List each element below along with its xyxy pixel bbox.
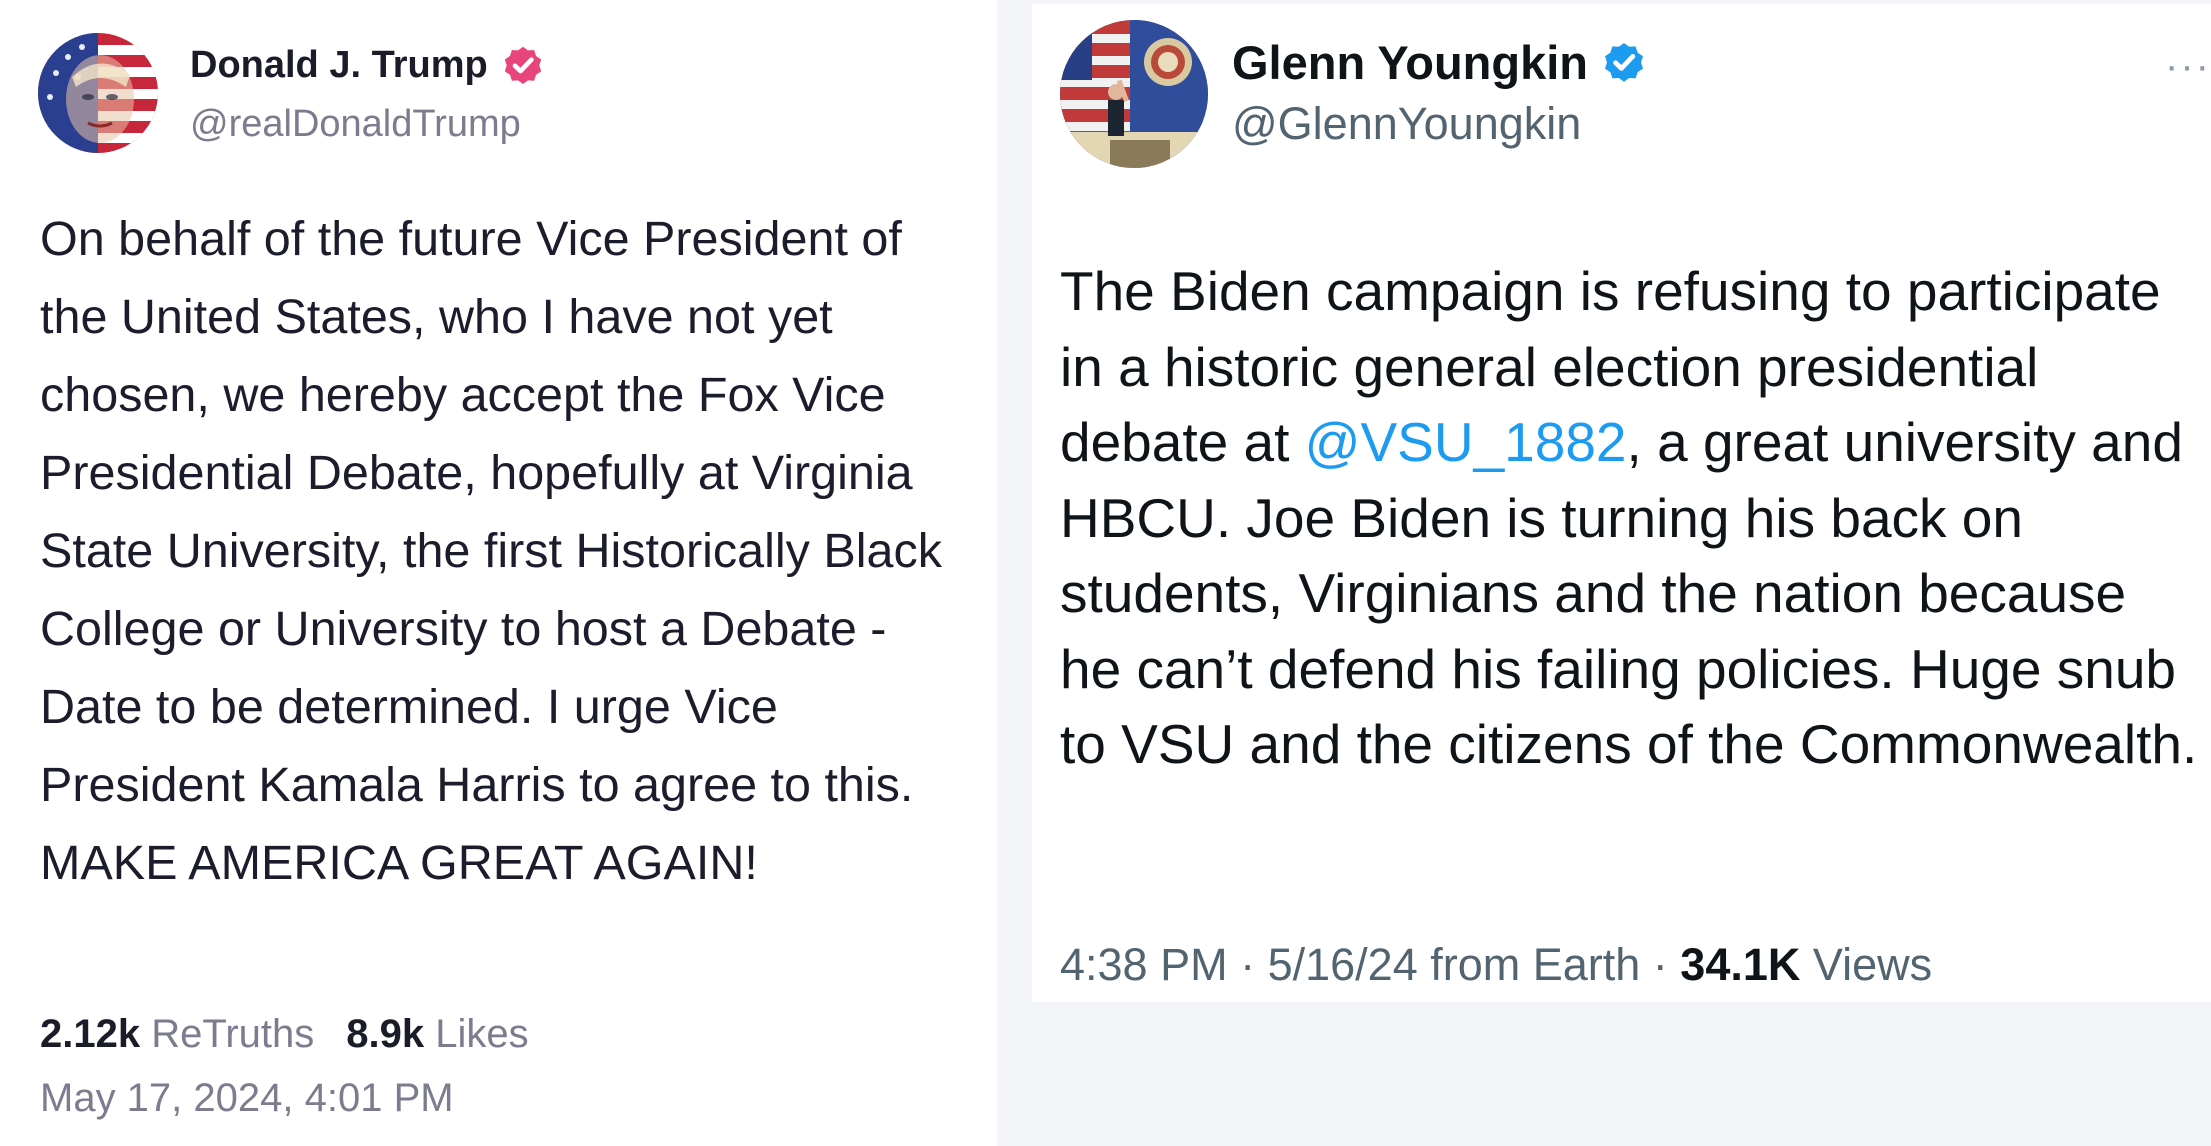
truth-social-post-card: Donald J. Trump @realDonaldTrump On beha… bbox=[0, 0, 997, 1146]
author-name-row: Glenn Youngkin bbox=[1232, 34, 1648, 90]
mention-link[interactable]: @VSU_1882 bbox=[1305, 411, 1627, 473]
likes-label: Likes bbox=[435, 1012, 529, 1056]
meta-separator: · bbox=[1227, 939, 1268, 990]
meta-separator: · bbox=[1640, 939, 1681, 990]
youngkin-avatar[interactable] bbox=[1060, 20, 1208, 168]
trump-avatar[interactable] bbox=[38, 33, 158, 153]
x-post-card: Glenn Youngkin @GlennYoungkin ··· The Bi… bbox=[1032, 4, 2211, 1002]
more-options-icon[interactable]: ··· bbox=[2165, 44, 2211, 89]
post-stats: 2.12k ReTruths 8.9k Likes bbox=[40, 1012, 529, 1057]
post-body-text: On behalf of the future Vice President o… bbox=[40, 212, 942, 890]
verified-badge-icon bbox=[1600, 38, 1648, 86]
post-time[interactable]: 4:38 PM bbox=[1060, 939, 1228, 990]
post-meta: 4:38 PM · 5/16/24 from Earth · 34.1K Vie… bbox=[1060, 939, 1932, 991]
author-display-name[interactable]: Glenn Youngkin bbox=[1232, 35, 1588, 90]
post-body-text: The Biden campaign is refusing to partic… bbox=[1060, 254, 2200, 783]
retruths-label: ReTruths bbox=[151, 1012, 315, 1056]
views-count[interactable]: 34.1K bbox=[1680, 939, 1800, 990]
post-date-source[interactable]: 5/16/24 from Earth bbox=[1268, 939, 1641, 990]
likes-count: 8.9k bbox=[346, 1012, 425, 1056]
author-handle[interactable]: @realDonaldTrump bbox=[190, 103, 521, 146]
retruths-count: 2.12k bbox=[40, 1012, 141, 1056]
likes-stat[interactable]: 8.9k Likes bbox=[346, 1012, 528, 1056]
author-name-row: Donald J. Trump bbox=[190, 40, 546, 90]
views-label: Views bbox=[1800, 939, 1933, 990]
verified-badge-icon bbox=[500, 42, 546, 88]
retruths-stat[interactable]: 2.12k ReTruths bbox=[40, 1012, 314, 1056]
author-handle[interactable]: @GlennYoungkin bbox=[1232, 98, 1581, 150]
author-display-name[interactable]: Donald J. Trump bbox=[190, 44, 488, 87]
post-timestamp[interactable]: May 17, 2024, 4:01 PM bbox=[40, 1076, 454, 1121]
